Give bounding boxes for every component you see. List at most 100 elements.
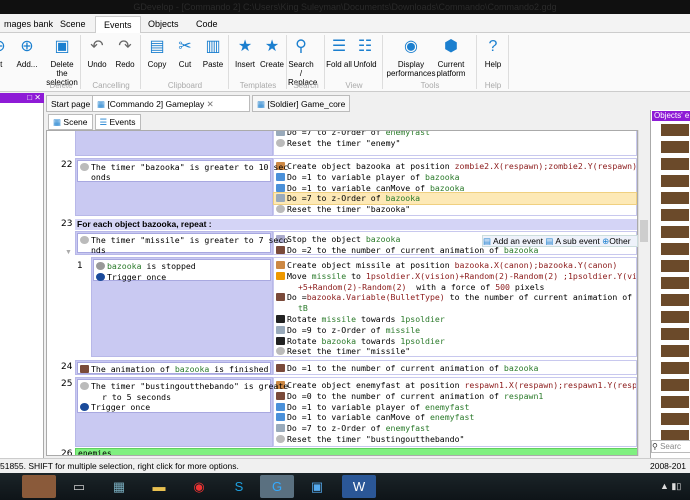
tab-objects[interactable]: Objects (140, 16, 187, 33)
undo-button[interactable]: ↶ Undo (84, 35, 110, 69)
control-panel-icon[interactable]: ▣ (300, 475, 334, 498)
tab-soldier-game-core[interactable]: ▦ [Soldier] Game_core (252, 95, 351, 112)
action[interactable]: Reset the timer "enemy" (274, 138, 636, 149)
event-actions[interactable]: Create object missile at position bazook… (273, 257, 637, 357)
paste-button[interactable]: ▥ Paste (200, 35, 226, 69)
redo-button[interactable]: ↷ Redo (112, 35, 138, 69)
delete-the-selection-button[interactable]: ▣ Delete the selection (44, 35, 80, 87)
condition[interactable]: r to 5 seconds (80, 392, 268, 403)
for-each-header[interactable]: For each object bazooka, repeat : (75, 219, 637, 230)
condition-text: The timer "missile" is greater to 7 seco (80, 235, 288, 245)
object-search-input[interactable]: ⚲ Searc (651, 440, 690, 453)
condition[interactable]: The animation of bazooka is finished (80, 364, 268, 375)
condition[interactable]: The timer "bustingoutthebando" is greate (80, 381, 288, 392)
action[interactable]: Do =1 to variable canMove of bazooka (274, 183, 636, 194)
action[interactable]: tB (274, 303, 636, 314)
condition[interactable]: Trigger once (96, 272, 268, 283)
scrollbar-thumb[interactable] (640, 220, 648, 242)
chrome-icon[interactable]: ◉ (182, 475, 216, 498)
display-performances-button[interactable]: ◉ Display performances (386, 35, 436, 78)
object-thumbnails[interactable] (661, 124, 689, 444)
event-actions[interactable]: Create object bazooka at position zombie… (273, 158, 637, 216)
gdevelop-icon[interactable]: G (260, 475, 294, 498)
action[interactable]: +5+Random(2)-Random(2) with a force of 5… (274, 282, 636, 293)
action[interactable]: Do =1 to variable canMove of enemyfast (274, 412, 636, 423)
text-segment: towards (356, 335, 401, 346)
text-segment: is stopped (141, 261, 196, 271)
nt-button[interactable]: ⊕ nt (0, 35, 12, 69)
search-replace-button[interactable]: ⚲ Search / Replace (288, 35, 317, 87)
indent-icon (287, 283, 296, 291)
anim-icon (276, 391, 285, 400)
zorder-icon (276, 194, 285, 203)
fold-arrow-icon[interactable]: ▼ (65, 249, 72, 256)
close-icon[interactable]: □ ✕ (27, 93, 41, 102)
paste-icon: ▥ (205, 37, 221, 55)
tray-icons[interactable]: ▲ ▮▯ (660, 481, 681, 492)
comment-event[interactable]: enemies (75, 448, 637, 455)
help-button[interactable]: ? Help (480, 35, 506, 69)
add-button[interactable]: ⊕ Add... (14, 35, 40, 69)
event-actions[interactable]: Do =1 to the number of current animation… (273, 360, 637, 375)
action[interactable]: Create object missile at position bazook… (274, 260, 636, 271)
close-icon[interactable]: ✕ (207, 99, 214, 109)
text-segment: enemyfast (385, 130, 430, 137)
taskbar-app-icon[interactable] (22, 475, 56, 498)
sub-tabs: ▦ Scene ☰ Events (48, 114, 168, 130)
text-segment: The timer "bustingoutthebando" is greate (91, 381, 289, 391)
action[interactable]: Create object bazooka at position zombie… (274, 161, 636, 172)
event-actions[interactable]: Do =7 to z-Order of enemyfast Reset the t… (273, 130, 637, 156)
action[interactable]: Do =1 to variable player of bazooka (274, 172, 636, 183)
skype-icon[interactable]: S (222, 475, 256, 498)
action[interactable]: Do =7 to z-Order of enemyfast (274, 423, 636, 434)
current-platform-button[interactable]: ⬢ Current platform (430, 35, 472, 78)
text-segment: Do = (287, 292, 307, 303)
condition-box[interactable]: The animation of bazooka is finished (77, 362, 271, 374)
action[interactable]: Do =7 to z-Order of bazooka (273, 192, 637, 206)
add-sub-event-button[interactable]: ▤ A sub event (545, 236, 599, 246)
vertical-scrollbar[interactable] (638, 130, 650, 456)
action[interactable]: Rotate bazooka towards 1psoldier (274, 336, 636, 347)
add-event-button[interactable]: ▤ Add an event (483, 236, 543, 246)
insert-button[interactable]: ★ Insert (232, 35, 258, 69)
condition-box[interactable]: The timer "missile" is greater to 7 seco… (77, 233, 288, 255)
tab-code[interactable]: Code (188, 16, 226, 33)
calculator-icon[interactable]: ▦ (102, 475, 136, 498)
action[interactable]: Reset the timer "bazooka" (274, 204, 636, 215)
subtab-scene[interactable]: ▦ Scene (48, 114, 93, 130)
create-button[interactable]: ★ Create (259, 35, 285, 69)
tab-events[interactable]: Events (95, 16, 141, 33)
other-button[interactable]: ⊕Other (602, 236, 630, 246)
action[interactable]: Do =1 to variable player of enemyfast (274, 402, 636, 413)
event-conditions-area[interactable] (75, 131, 273, 156)
subtab-events[interactable]: ☰ Events (94, 114, 141, 130)
fold-all-button[interactable]: ☰ Fold all (326, 35, 352, 69)
action[interactable]: Do =bazooka.Variable(BulletType) to the … (274, 292, 636, 303)
cut-button[interactable]: ✂ Cut (172, 35, 198, 69)
copy-icon: ▤ (149, 37, 165, 55)
action[interactable]: Reset the timer "missile" (274, 346, 636, 357)
resource-monitor-icon[interactable]: ▭ (62, 475, 96, 498)
unfold-button[interactable]: ☷ Unfold (352, 35, 378, 69)
action[interactable]: Reset the timer "bustingoutthebando" (274, 434, 636, 445)
events-editor[interactable]: Do =7 to z-Order of enemyfast Reset the t… (46, 130, 638, 456)
word-icon[interactable]: W (342, 475, 376, 498)
action[interactable]: Do =7 to z-Order of enemyfast (274, 130, 636, 138)
tab-start-page[interactable]: Start page (46, 95, 96, 112)
condition-box[interactable]: The timer "bustingoutthebando" is greate… (77, 379, 288, 413)
event-actions[interactable]: Create object enemyfast at position resp… (273, 377, 637, 447)
condition-box[interactable]: The timer "bazooka" is greater to 10 sec… (77, 160, 288, 182)
action[interactable]: Do =0 to the number of current animation… (274, 391, 636, 402)
action[interactable]: Move missile to 1psoldier.X(vision)+Rand… (274, 271, 636, 282)
action[interactable]: Create object enemyfast at position resp… (274, 380, 636, 391)
action[interactable]: Rotate missile towards 1psoldier (274, 314, 636, 325)
explorer-icon[interactable]: ▬ (142, 475, 176, 498)
condition[interactable]: bazooka is stopped (96, 261, 268, 272)
action[interactable]: Do =9 to z-Order of missile (274, 325, 636, 336)
copy-button[interactable]: ▤ Copy (144, 35, 170, 69)
tab-scene[interactable]: Scene (52, 16, 94, 33)
condition[interactable]: Trigger once (80, 402, 268, 413)
tab-commando-gameplay[interactable]: ▦ [Commando 2] Gameplay ✕ (92, 95, 250, 112)
action[interactable]: Do =1 to the number of current animation… (274, 363, 636, 374)
condition-box[interactable]: bazooka is stopped Trigger once (93, 259, 271, 283)
